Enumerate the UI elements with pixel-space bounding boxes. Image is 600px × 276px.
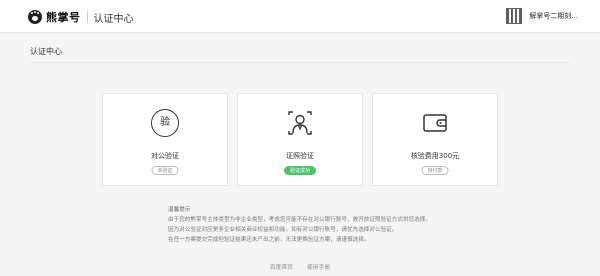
header-divider	[86, 11, 88, 23]
tip-line: 在任一方案提交完成但验证结果还未产出之前，无法更换验证方案，请谨慎选择。	[168, 237, 370, 243]
tips-title: 温馨提示	[168, 207, 191, 213]
tip-line: 因为对公验证对应更多企业相关商业权益和功能，如有对公银行账号，请优先选择对公验证…	[168, 227, 398, 233]
id-photo-icon	[286, 109, 314, 137]
card-label: 证照验证	[286, 152, 314, 160]
top-bar: 熊掌号 认证中心 解掌号二期刻...	[0, 0, 600, 33]
tip-line: 由于您的熊掌号主体类型为非企业类型，考虑您可能不存在对公银行账号，故开放证照验证…	[168, 217, 431, 223]
title-divider	[30, 62, 570, 63]
status-badge: 待付款	[421, 166, 449, 175]
account-name[interactable]: 解掌号二期刻...	[529, 11, 578, 21]
card-corporate-verify[interactable]: 验 对公验证 未验证	[102, 93, 228, 186]
section-title: 认证中心	[93, 13, 134, 25]
brand-name: 熊掌号	[46, 11, 81, 24]
account-menu[interactable]: 解掌号二期刻...	[506, 8, 578, 24]
brand-logo[interactable]: 熊掌号 认证中心	[28, 9, 134, 25]
paw-logo-icon	[28, 10, 42, 24]
card-label: 对公验证	[151, 152, 179, 160]
footer-link-manual[interactable]: 使用手册	[307, 265, 330, 271]
status-badge: 未验证	[151, 166, 179, 175]
card-license-verify[interactable]: 证照验证 验证成功	[237, 93, 363, 186]
wallet-icon	[421, 109, 449, 137]
footer-link-baidu-home[interactable]: 百度首页	[270, 265, 293, 271]
page-title: 认证中心	[30, 47, 62, 56]
card-label: 核验费用300元	[410, 152, 460, 160]
verify-stamp-icon: 验	[151, 109, 179, 137]
status-badge: 验证成功	[283, 166, 317, 175]
avatar[interactable]	[506, 8, 523, 24]
footer-links: 百度首页 使用手册	[0, 262, 600, 271]
tips-section: 温馨提示 由于您的熊掌号主体类型为非企业类型，考虑您可能不存在对公银行账号，故开…	[168, 205, 431, 245]
card-verification-fee[interactable]: 核验费用300元 待付款	[372, 93, 498, 186]
